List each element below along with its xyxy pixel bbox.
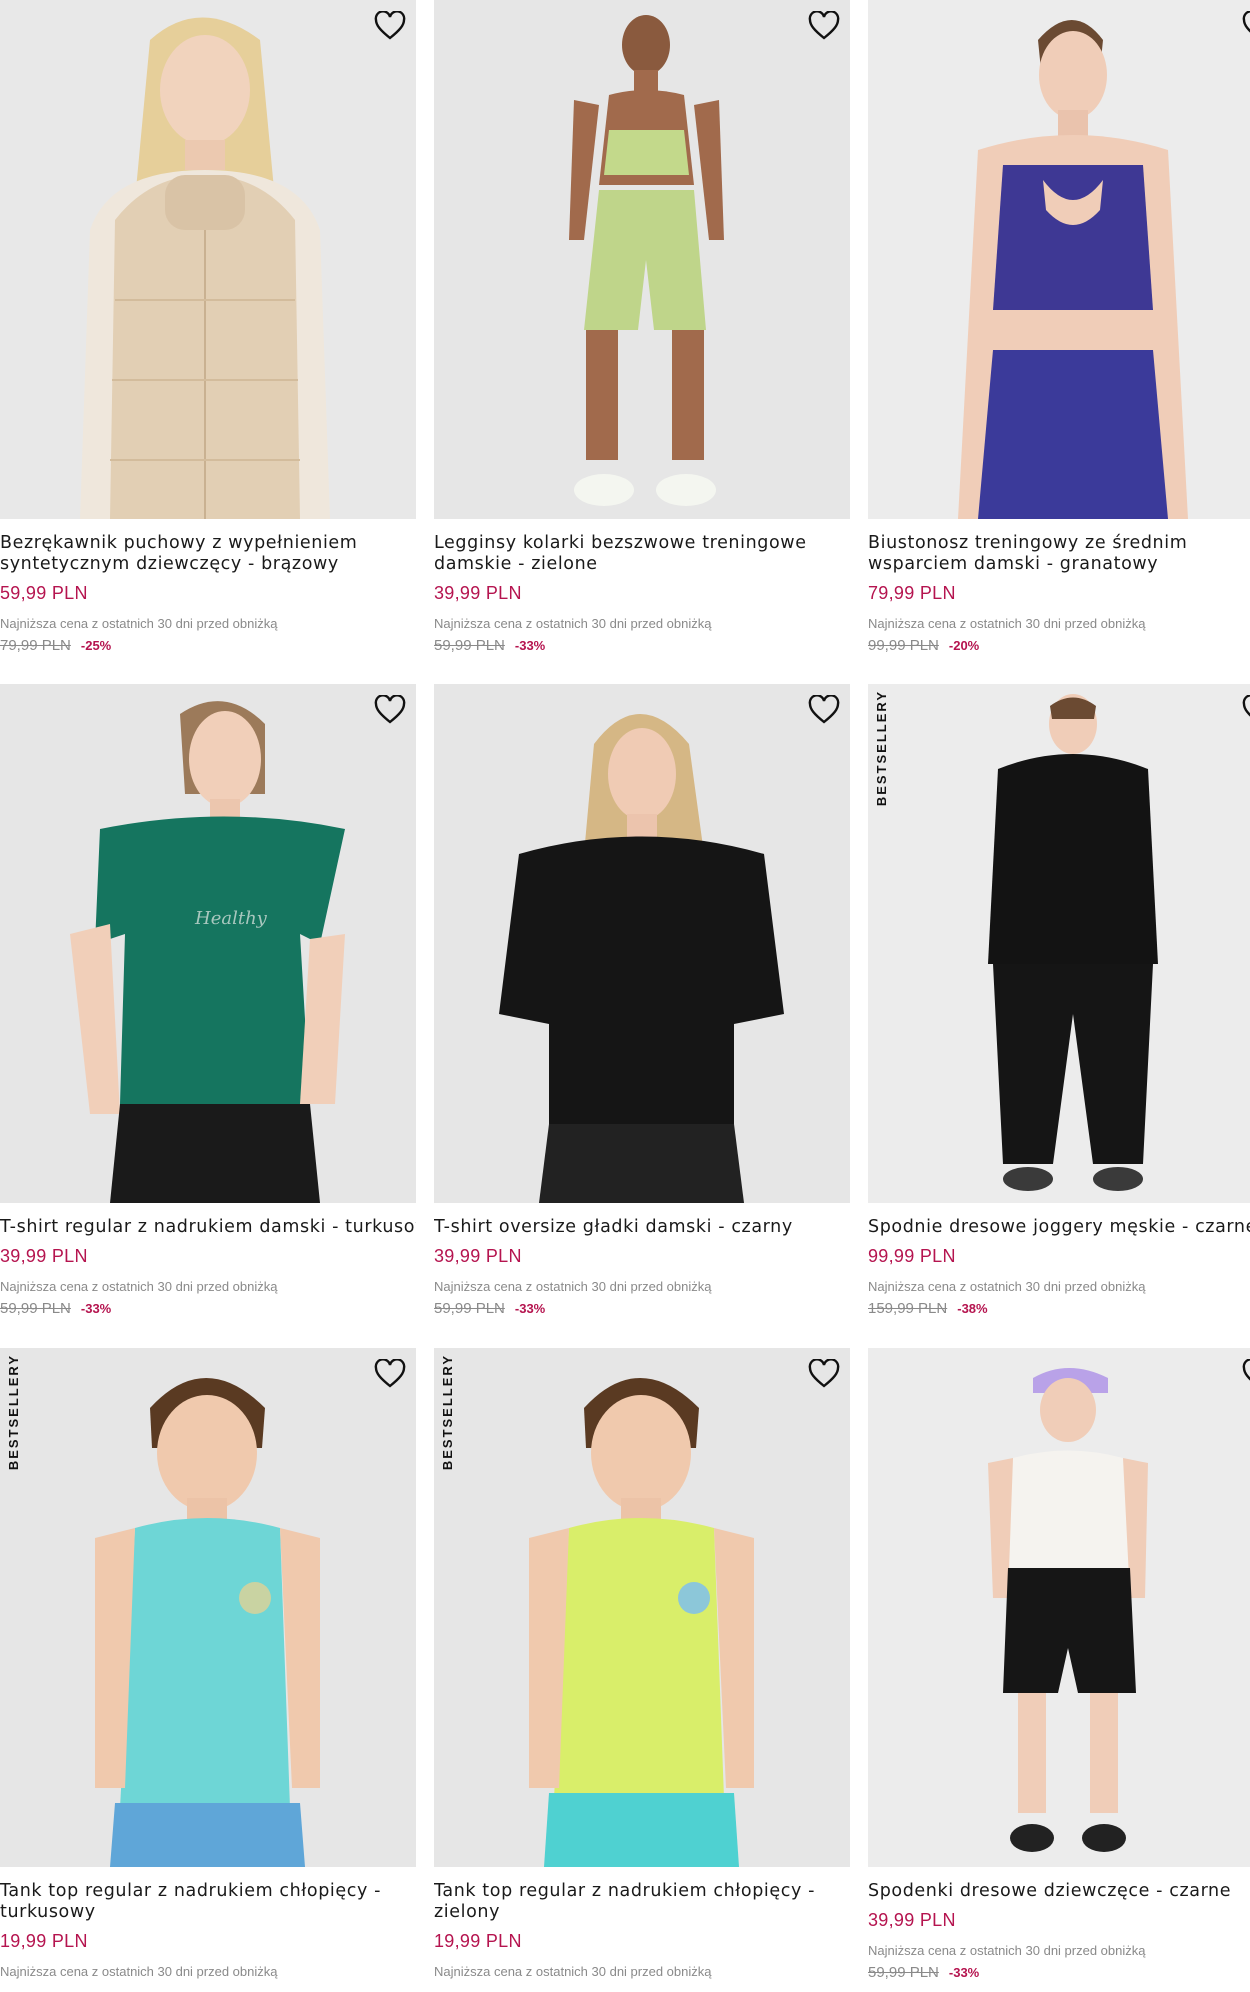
product-name[interactable]: Legginsy kolarki bezszwowe treningowe da…	[434, 533, 850, 575]
product-card[interactable]: BESTSELLERY Tank top regular z nadrukiem…	[434, 1348, 850, 1979]
product-price: 59,99 PLN	[0, 583, 88, 603]
lowest-price-note: Najniższa cena z ostatnich 30 dni przed …	[868, 1279, 1146, 1294]
discount-badge: -33%	[948, 1965, 980, 1980]
lowest-price-note: Najniższa cena z ostatnich 30 dni przed …	[0, 1279, 278, 1294]
product-name[interactable]: T-shirt regular z nadrukiem damski - tur…	[0, 1217, 416, 1238]
product-photo-navy-sports-bra	[868, 0, 1250, 519]
product-grid: Bezrękawnik puchowy z wypełnieniem synte…	[0, 0, 1250, 1992]
product-price: 39,99 PLN	[868, 1910, 956, 1930]
old-price: 59,99 PLN	[434, 1300, 505, 1317]
product-image[interactable]: BESTSELLERY	[434, 1348, 850, 1867]
product-price: 39,99 PLN	[434, 1246, 522, 1266]
product-image[interactable]	[868, 1348, 1250, 1867]
discount-badge: -33%	[514, 1301, 546, 1316]
product-photo-turquoise-tank-top	[0, 1348, 416, 1867]
product-name[interactable]: Spodnie dresowe joggery męskie - czarne	[868, 1217, 1250, 1238]
product-image[interactable]: BESTSELLERY	[0, 1348, 416, 1867]
old-price: 59,99 PLN	[0, 1300, 71, 1317]
product-price: 19,99 PLN	[434, 1931, 522, 1951]
product-name[interactable]: Tank top regular z nadrukiem chłopięcy -…	[434, 1881, 850, 1923]
lowest-price-note: Najniższa cena z ostatnich 30 dni przed …	[868, 616, 1146, 631]
wishlist-heart-icon[interactable]	[806, 8, 842, 44]
lowest-price-note: Najniższa cena z ostatnich 30 dni przed …	[434, 1964, 712, 1979]
product-name[interactable]: T-shirt oversize gładki damski - czarny	[434, 1217, 850, 1238]
lowest-price-note: Najniższa cena z ostatnich 30 dni przed …	[434, 1279, 712, 1294]
bestseller-badge: BESTSELLERY	[6, 1354, 21, 1471]
product-image[interactable]	[434, 0, 850, 519]
product-card[interactable]: T-shirt oversize gładki damski - czarny …	[434, 684, 850, 1317]
lowest-price-note: Najniższa cena z ostatnich 30 dni przed …	[0, 1964, 278, 1979]
wishlist-heart-icon[interactable]	[806, 1356, 842, 1392]
product-photo-girl-puffer-vest	[0, 0, 416, 519]
product-image[interactable]	[434, 684, 850, 1203]
product-image[interactable]	[0, 0, 416, 519]
product-name[interactable]: Tank top regular z nadrukiem chłopięcy -…	[0, 1881, 416, 1923]
discount-badge: -33%	[514, 638, 546, 653]
product-name[interactable]: Biustonosz treningowy ze średnim wsparci…	[868, 533, 1250, 575]
wishlist-heart-icon[interactable]	[1240, 692, 1250, 728]
wishlist-heart-icon[interactable]	[372, 8, 408, 44]
product-price: 79,99 PLN	[868, 583, 956, 603]
wishlist-heart-icon[interactable]	[372, 692, 408, 728]
product-card[interactable]: Bezrękawnik puchowy z wypełnieniem synte…	[0, 0, 416, 654]
product-photo-black-joggers	[868, 684, 1250, 1203]
old-price: 99,99 PLN	[868, 637, 939, 654]
product-name[interactable]: Spodenki dresowe dziewczęce - czarne	[868, 1881, 1250, 1902]
old-price: 159,99 PLN	[868, 1300, 948, 1317]
wishlist-heart-icon[interactable]	[372, 1356, 408, 1392]
product-card[interactable]: BESTSELLERY Spodnie dresowe joggery męsk…	[868, 684, 1250, 1317]
bestseller-badge: BESTSELLERY	[440, 1354, 455, 1471]
bestseller-badge: BESTSELLERY	[874, 690, 889, 807]
lowest-price-note: Najniższa cena z ostatnich 30 dni przed …	[868, 1943, 1146, 1958]
product-image[interactable]	[868, 0, 1250, 519]
product-photo-green-bike-shorts	[434, 0, 850, 519]
product-photo-black-oversize-tshirt	[434, 684, 850, 1203]
discount-badge: -38%	[957, 1301, 988, 1316]
lowest-price-note: Najniższa cena z ostatnich 30 dni przed …	[0, 616, 278, 631]
product-price: 19,99 PLN	[0, 1931, 88, 1951]
product-price: 99,99 PLN	[868, 1246, 956, 1266]
product-card[interactable]: Biustonosz treningowy ze średnim wsparci…	[868, 0, 1250, 654]
discount-badge: -25%	[80, 638, 112, 653]
product-name[interactable]: Bezrękawnik puchowy z wypełnieniem synte…	[0, 533, 416, 575]
old-price: 79,99 PLN	[0, 637, 71, 654]
product-card[interactable]: Spodenki dresowe dziewczęce - czarne 39,…	[868, 1348, 1250, 1981]
product-photo-girl-black-shorts	[868, 1348, 1250, 1867]
wishlist-heart-icon[interactable]	[1240, 1356, 1250, 1392]
product-photo-teal-tshirt: Healthy	[0, 684, 416, 1203]
wishlist-heart-icon[interactable]	[806, 692, 842, 728]
product-photo-lime-tank-top	[434, 1348, 850, 1867]
product-card[interactable]: Legginsy kolarki bezszwowe treningowe da…	[434, 0, 850, 654]
lowest-price-note: Najniższa cena z ostatnich 30 dni przed …	[434, 616, 712, 631]
wishlist-heart-icon[interactable]	[1240, 8, 1250, 44]
product-image[interactable]: BESTSELLERY	[868, 684, 1250, 1203]
product-image[interactable]: Healthy	[0, 684, 416, 1203]
discount-badge: -20%	[948, 638, 980, 653]
product-price: 39,99 PLN	[434, 583, 522, 603]
product-price: 39,99 PLN	[0, 1246, 88, 1266]
discount-badge: -33%	[80, 1301, 112, 1316]
product-card[interactable]: BESTSELLERY Tank top regular z nadrukiem…	[0, 1348, 416, 1979]
old-price: 59,99 PLN	[434, 637, 505, 654]
svg-text:Healthy: Healthy	[194, 908, 268, 929]
old-price: 59,99 PLN	[868, 1964, 939, 1981]
product-card[interactable]: Healthy T-shirt regular z nadrukiem dams…	[0, 684, 416, 1317]
